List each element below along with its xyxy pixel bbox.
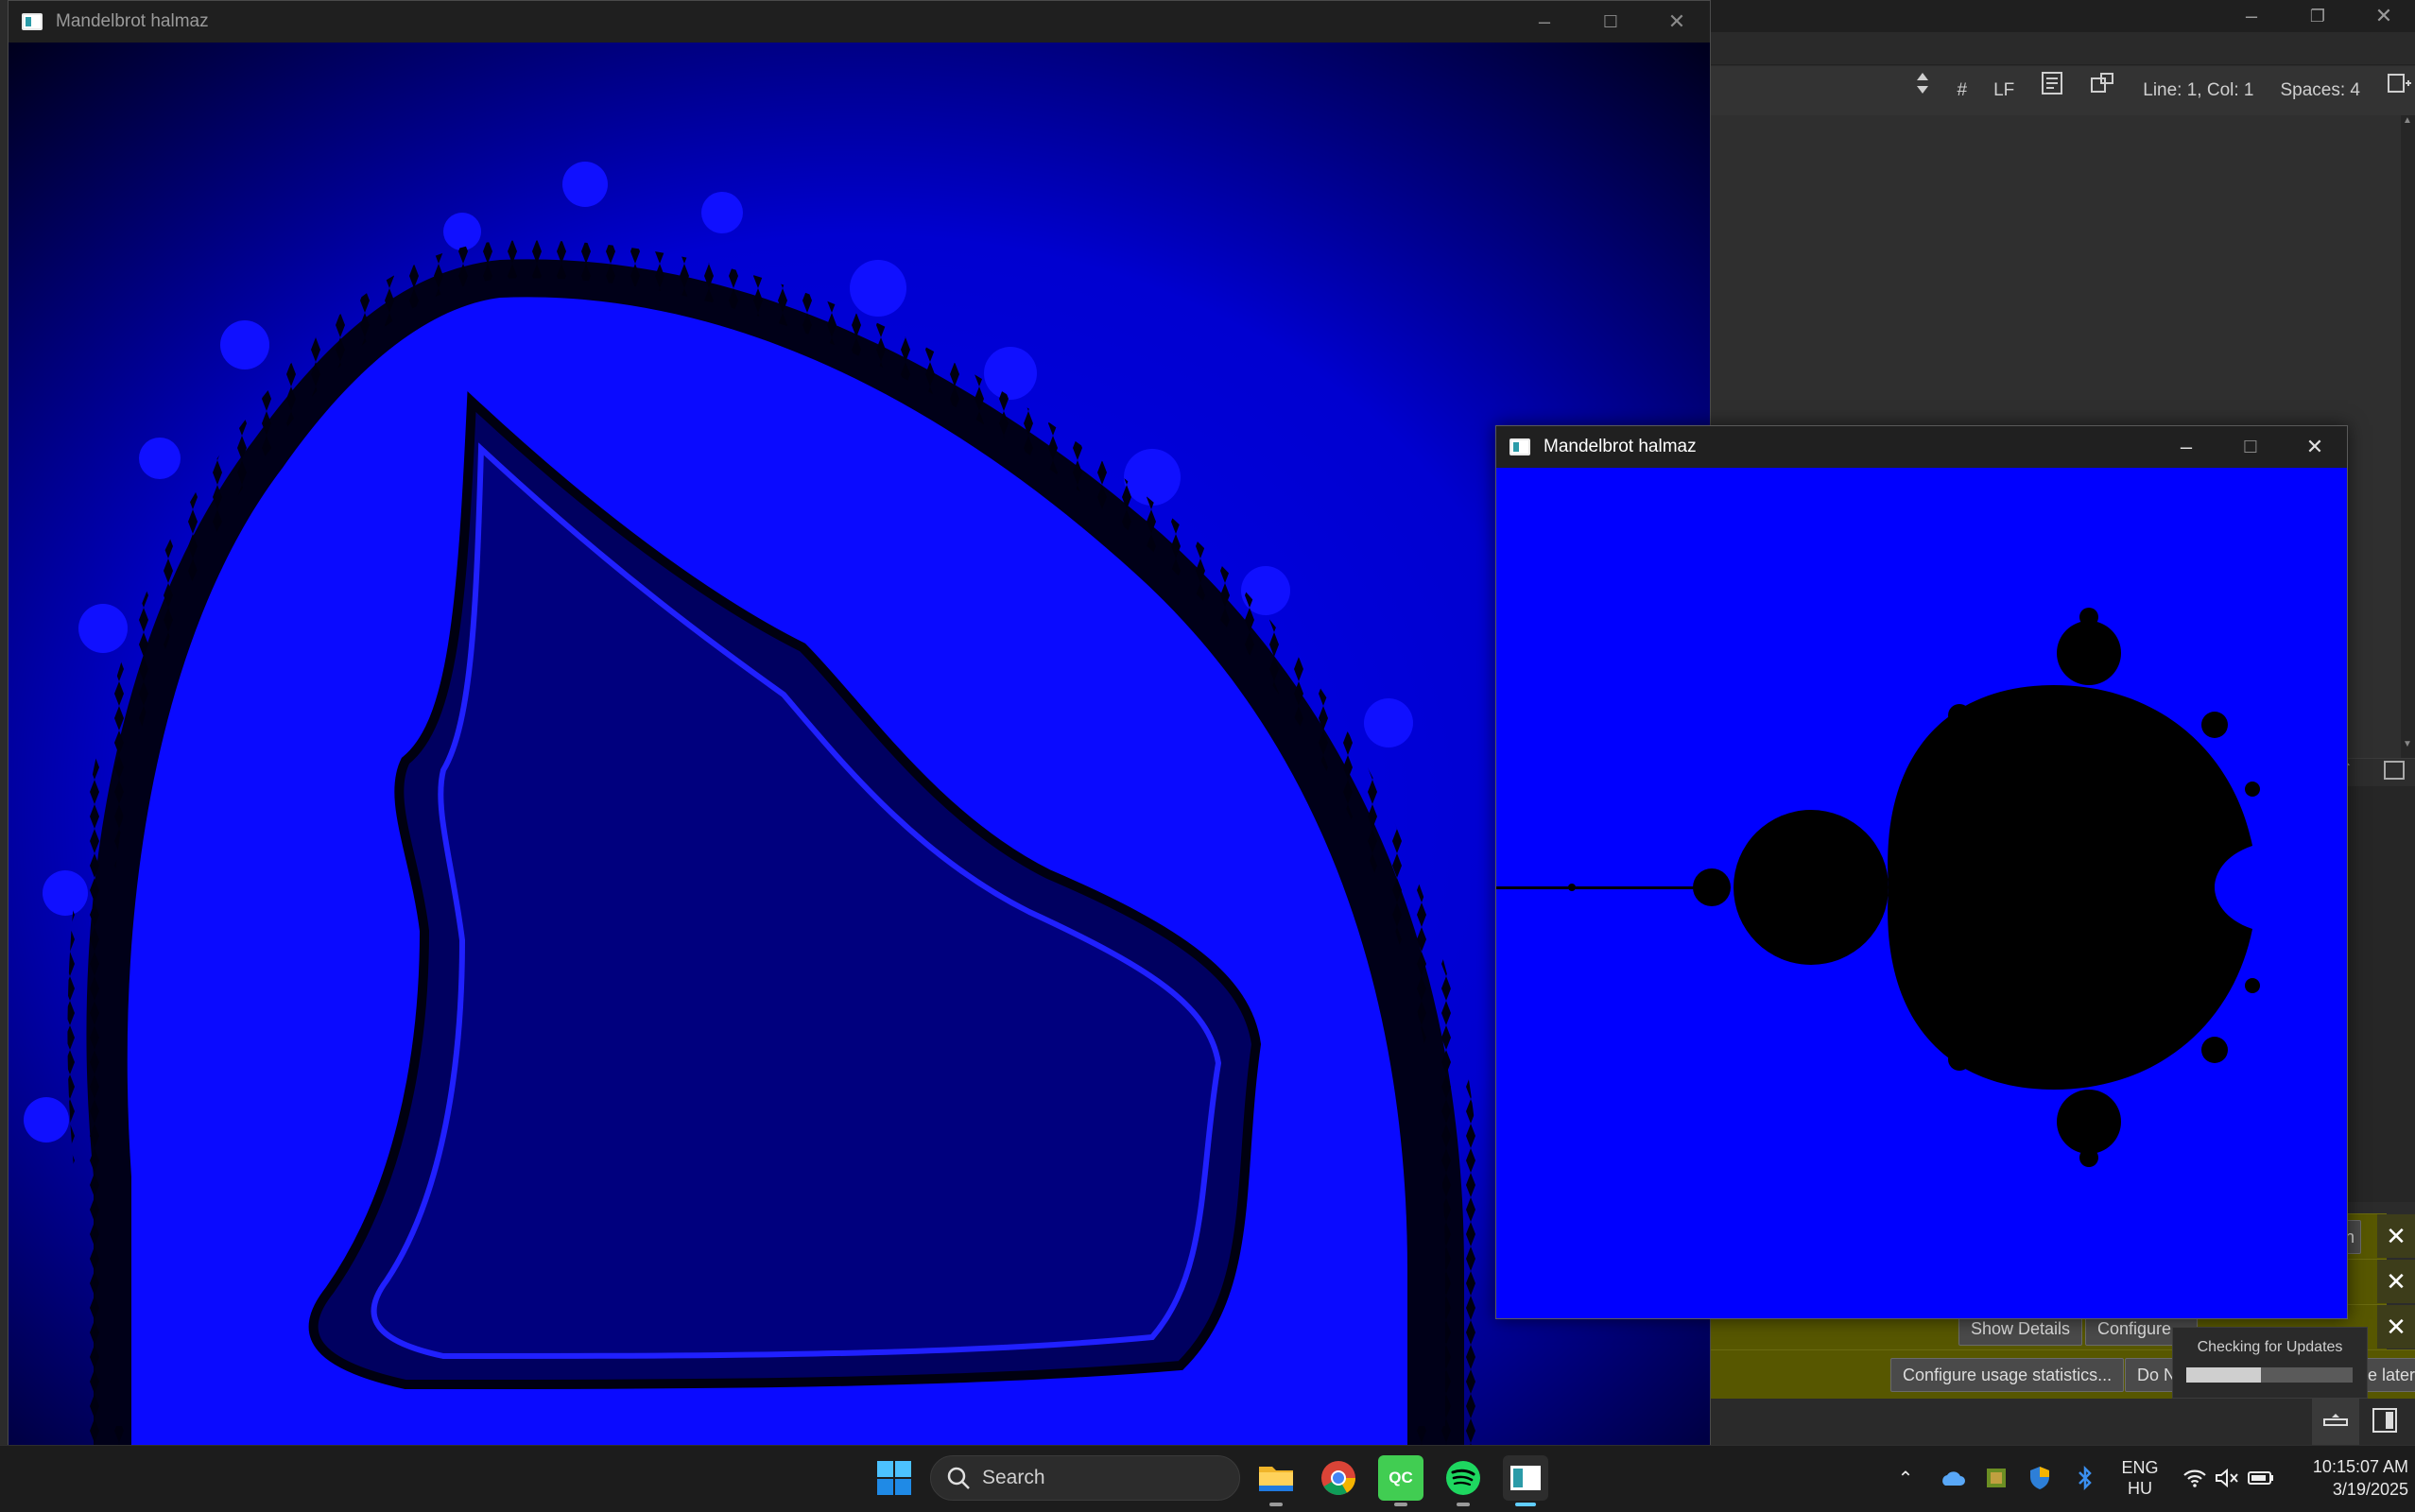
window-title: Mandelbrot halmaz <box>56 11 209 31</box>
split-view-icon[interactable] <box>2373 66 2415 115</box>
app-window-icon <box>1509 438 1530 455</box>
qt-label: QC <box>1389 1469 1413 1486</box>
window-titlebar[interactable]: Mandelbrot halmaz – ☐ ✕ <box>9 1 1710 43</box>
keyboard-layout: HU <box>2128 1479 2152 1498</box>
clock-time: 10:15:07 AM <box>2312 1457 2408 1476</box>
taskbar-search-box[interactable]: Search <box>930 1455 1240 1501</box>
update-status-text: Checking for Updates <box>2197 1339 2343 1355</box>
active-app-indicator <box>1515 1503 1536 1506</box>
search-icon <box>947 1467 970 1489</box>
window-title: Mandelbrot halmaz <box>1544 437 1697 456</box>
notification-1-close-icon[interactable]: ✕ <box>2377 1214 2415 1258</box>
mandelbrot-window-zoomed[interactable]: Mandelbrot halmaz – ☐ ✕ <box>8 0 1711 1445</box>
app-tray-icon[interactable] <box>1979 1445 2013 1511</box>
running-indicator <box>1269 1503 1283 1506</box>
ide-minimize-button[interactable]: – <box>2219 0 2284 32</box>
language-indicator[interactable]: ENG HU <box>2113 1445 2166 1511</box>
app-window-icon <box>22 13 43 30</box>
progress-details-icon[interactable] <box>2312 1399 2359 1445</box>
file-explorer-icon[interactable] <box>1253 1455 1299 1501</box>
mandelbrot-set-render <box>1496 468 2347 1318</box>
start-icon[interactable] <box>871 1455 917 1501</box>
line-ending-indicator[interactable]: LF <box>1980 66 2027 115</box>
sort-arrows-icon[interactable] <box>1902 66 1943 115</box>
update-progress-fill <box>2186 1367 2262 1383</box>
wifi-icon[interactable] <box>2180 1445 2210 1511</box>
ide-close-button[interactable]: ✕ <box>2352 0 2415 32</box>
show-hidden-icons-chevron-icon[interactable]: ⌃ <box>1890 1445 1921 1511</box>
ide-status-bar <box>1711 1399 2415 1445</box>
chrome-icon[interactable] <box>1316 1455 1361 1501</box>
close-button[interactable]: ✕ <box>2283 426 2347 468</box>
battery-icon[interactable] <box>2244 1445 2278 1511</box>
ide-menubar <box>1711 32 2415 65</box>
language-code: ENG <box>2121 1458 2159 1477</box>
ide-restore-button[interactable]: ❐ <box>2286 0 2350 32</box>
split-editor-icon[interactable] <box>2077 66 2130 115</box>
speaker-muted-icon[interactable] <box>2212 1445 2242 1511</box>
mandelbrot-window-full[interactable]: Mandelbrot halmaz – ☐ ✕ <box>1495 425 2348 1319</box>
spotify-icon[interactable] <box>1440 1455 1486 1501</box>
mandelbrot-app-icon[interactable] <box>1503 1455 1548 1501</box>
search-label: Search <box>982 1467 1045 1488</box>
close-button[interactable]: ✕ <box>1644 1 1710 43</box>
maximize-button[interactable]: ☐ <box>1578 1 1644 43</box>
maximize-button[interactable]: ☐ <box>2218 426 2283 468</box>
qt-creator-icon[interactable]: QC <box>1378 1455 1423 1501</box>
decide-later-button[interactable]: e later <box>2361 1358 2415 1392</box>
running-indicator <box>1394 1503 1407 1506</box>
notification-3-close-icon[interactable]: ✕ <box>2377 1305 2415 1349</box>
toggle-sidebar-icon[interactable] <box>2372 1408 2397 1433</box>
security-shield-icon[interactable] <box>2023 1445 2057 1511</box>
document-outline-icon[interactable] <box>2027 66 2077 115</box>
ide-editor-toolbar: # LF Line: 1, Col: 1 Spaces: 4 <box>1711 66 2415 115</box>
notification-2-close-icon[interactable]: ✕ <box>2377 1260 2415 1303</box>
minimize-button[interactable]: – <box>1511 1 1578 43</box>
clock-date: 3/19/2025 <box>2332 1480 2408 1499</box>
mandelbrot-full-canvas[interactable] <box>1496 468 2347 1318</box>
clock[interactable]: 10:15:07 AM 3/19/2025 <box>2286 1445 2408 1511</box>
checking-updates-popup: Checking for Updates <box>2172 1327 2368 1399</box>
minimize-button[interactable]: – <box>2154 426 2218 468</box>
update-progress-bar <box>2186 1367 2353 1383</box>
hash-indicator[interactable]: # <box>1943 66 1980 115</box>
running-indicator <box>1457 1503 1470 1506</box>
pane-menu-icon[interactable] <box>2384 761 2405 780</box>
onedrive-icon[interactable] <box>1936 1445 1970 1511</box>
mandelbrot-zoomed-canvas[interactable] <box>9 43 1710 1445</box>
ide-editor-scrollbar[interactable]: ▲ ▼ <box>2401 115 2415 758</box>
zoomed-fractal-render <box>9 43 1710 1445</box>
bluetooth-icon[interactable] <box>2070 1445 2100 1511</box>
cursor-position[interactable]: Line: 1, Col: 1 <box>2130 66 2267 115</box>
indentation-setting[interactable]: Spaces: 4 <box>2268 66 2374 115</box>
window-titlebar[interactable]: Mandelbrot halmaz – ☐ ✕ <box>1496 426 2347 468</box>
configure-usage-statistics-button[interactable]: Configure usage statistics... <box>1890 1358 2125 1392</box>
